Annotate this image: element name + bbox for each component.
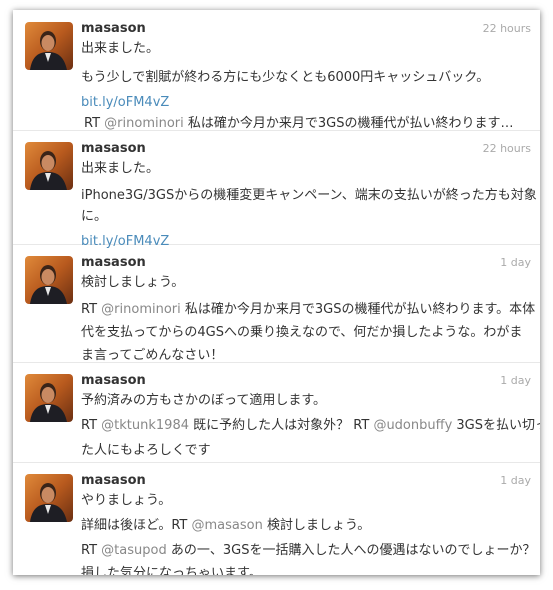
tweet-text: 代を支払ってからの4GSへの乗り換えなので、何だか損したような。わがま bbox=[81, 325, 523, 340]
avatar[interactable] bbox=[25, 142, 73, 190]
tweet-text: RT bbox=[81, 418, 102, 433]
username[interactable]: masason bbox=[81, 372, 531, 390]
tweet-text-line: 検討しましょう。 bbox=[81, 272, 531, 293]
tweet-content: masason 出来ました。もう少しで割賦が終わる方にも少なくとも6000円キャッ… bbox=[81, 20, 531, 134]
short-link[interactable]: bit.ly/oFM4vZ bbox=[81, 95, 169, 110]
tweet-text: ま言ってごめんなさい！ bbox=[81, 348, 224, 363]
mention-link[interactable]: @tasupod bbox=[101, 543, 167, 558]
tweet-text: iPhone3G/3GSからの機種変更キャンペーン、端末の支払いが終った方も対象 bbox=[81, 188, 537, 203]
username[interactable]: masason bbox=[81, 140, 531, 158]
mention-link[interactable]: @rinominori bbox=[104, 116, 184, 131]
tweet-text-line: 予約済みの方もさかのぼって適用します。 bbox=[81, 390, 531, 411]
tweet[interactable]: 1 day masason やりましょう。 詳細は後ほど。RT @masason 検討… bbox=[13, 462, 540, 575]
tweet-content: masason 出来ました。 iPhone3G/3GSからの機種変更キャンペーン、端… bbox=[81, 140, 537, 252]
tweet-text: 3GSを払い切っ bbox=[452, 418, 540, 433]
tweet-text: 私は確か今月か来月で3GSの機種代が払い終わります。本体 bbox=[180, 302, 536, 317]
mention-link[interactable]: @udonbuffy bbox=[373, 418, 452, 433]
tweet-text: やりましょう。 bbox=[81, 493, 172, 508]
tweet-text-line: 損した気分になっちゃいます。 bbox=[81, 563, 531, 575]
mention-link[interactable]: @tktunk1984 bbox=[101, 418, 189, 433]
tweet[interactable]: 1 day masason 検討しましょう。 RT @rinominori 私は確か今… bbox=[13, 244, 540, 363]
avatar[interactable] bbox=[25, 374, 73, 422]
avatar[interactable] bbox=[25, 474, 73, 522]
tweet-text: 私は確か今月か来月で3GSの機種代が払い終わります… bbox=[183, 116, 514, 131]
tweet-text-line: RT @tasupod あの一、3GSを一括購入した人への優遇はないのでしょーか… bbox=[81, 540, 535, 561]
username[interactable]: masason bbox=[81, 20, 531, 38]
tweet-text: た人にもよろしくです bbox=[81, 443, 211, 458]
tweet-text-line: 出来ました。 bbox=[81, 38, 531, 59]
timeline-card: 22 hours masason 出来ました。 もう少しで割賦が終わる方にも少なくとも… bbox=[13, 10, 540, 575]
tweet-text-line: 代を支払ってからの4GSへの乗り換えなので、何だか損したような。わがま bbox=[81, 322, 531, 343]
tweet-text: 詳細は後ほど。RT bbox=[81, 518, 192, 533]
tweet-text: あの一、3GSを一括購入した人への優遇はないのでしょーか？ bbox=[166, 543, 536, 558]
mention-link[interactable]: @rinominori bbox=[101, 302, 181, 317]
tweet-content: masason 予約済みの方もさかのぼって適用します。 RT @tktunk1984… bbox=[81, 372, 540, 461]
tweet-text-line: もう少しで割賦が終わる方にも少なくとも6000円キャッシュバック。 bbox=[81, 67, 531, 88]
tweet-text-line: bit.ly/oFM4vZ bbox=[81, 92, 531, 113]
tweet-content: masason 検討しましょう。 RT @rinominori 私は確か今月か来月で… bbox=[81, 254, 535, 366]
tweet-text: RT bbox=[81, 302, 102, 317]
tweet-text-line: やりましょう。 bbox=[81, 490, 531, 511]
tweet-text: 損した気分になっちゃいます。 bbox=[81, 566, 262, 575]
tweet-text-line: 出来ました。 bbox=[81, 158, 531, 179]
tweet-text-line: RT @tktunk1984 既に予約した人は対象外？ RT @udonbuff… bbox=[81, 415, 540, 436]
tweet-text-line: た人にもよろしくです bbox=[81, 440, 531, 461]
tweet-text-line: iPhone3G/3GSからの機種変更キャンペーン、端末の支払いが終った方も対象 bbox=[81, 185, 537, 206]
avatar[interactable] bbox=[25, 22, 73, 70]
tweet-text-line: に。 bbox=[81, 206, 531, 227]
tweet[interactable]: 1 day masason 予約済みの方もさかのぼって適用します。 RT @tktun… bbox=[13, 362, 540, 463]
tweet-text: 既に予約した人は対象外？ RT bbox=[189, 418, 374, 433]
tweet-content: masason やりましょう。詳細は後ほど。RT @masason 検討しましょう… bbox=[81, 472, 535, 575]
tweet-text: 予約済みの方もさかのぼって適用します。 bbox=[81, 393, 327, 408]
tweet-text-line: 詳細は後ほど。RT @masason 検討しましょう。 bbox=[81, 515, 531, 536]
mention-link[interactable]: @masason bbox=[192, 518, 263, 533]
tweet-text-line: RT @rinominori 私は確か今月か来月で3GSの機種代が払い終わります… bbox=[81, 299, 535, 320]
avatar[interactable] bbox=[25, 256, 73, 304]
tweet-text: RT bbox=[81, 543, 102, 558]
tweet-text: 検討しましょう。 bbox=[81, 275, 185, 290]
tweet-text: 出来ました。 bbox=[81, 41, 160, 56]
tweet-text: に。 bbox=[81, 209, 108, 224]
tweet-text: もう少しで割賦が終わる方にも少なくとも6000円キャッシュバック。 bbox=[81, 70, 490, 85]
tweet[interactable]: 22 hours masason 出来ました。 もう少しで割賦が終わる方にも少なくとも… bbox=[13, 10, 540, 131]
username[interactable]: masason bbox=[81, 472, 531, 490]
tweet[interactable]: 22 hours masason 出来ました。 iPhone3G/3GSからの機種変更… bbox=[13, 130, 540, 249]
tweet-text: 検討しましょう。 bbox=[262, 518, 371, 533]
tweet-text: 出来ました。 bbox=[81, 161, 160, 176]
username[interactable]: masason bbox=[81, 254, 531, 272]
tweet-text: RT bbox=[84, 116, 105, 131]
